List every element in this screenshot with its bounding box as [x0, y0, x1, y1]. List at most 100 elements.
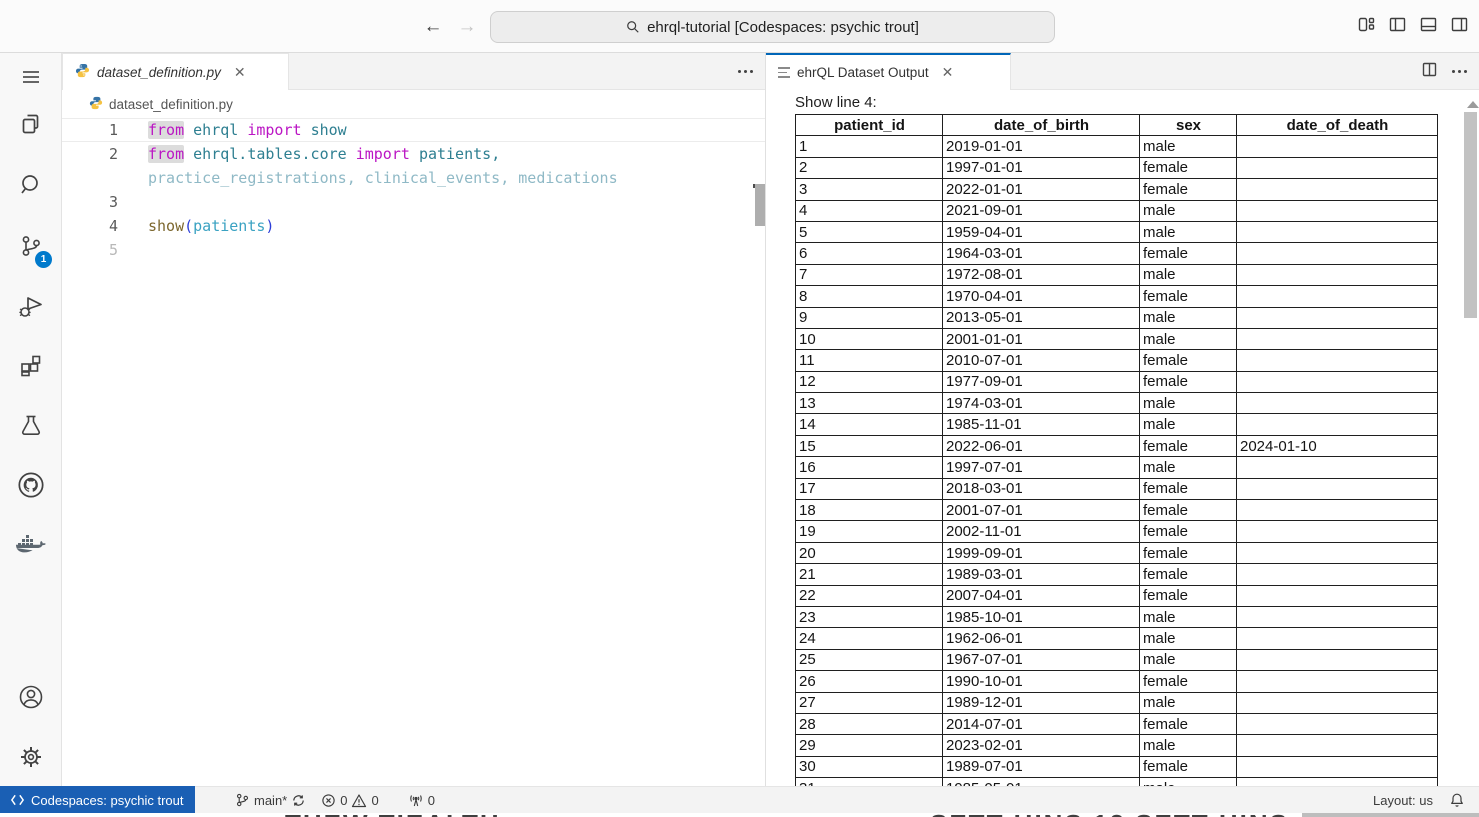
table-cell: 1990-10-01	[943, 671, 1140, 692]
table-cell: female	[1140, 243, 1237, 264]
table-cell: female	[1140, 371, 1237, 392]
table-cell: male	[1140, 200, 1237, 221]
close-tab-icon[interactable]: ✕	[942, 64, 954, 81]
activity-bar: 1	[0, 53, 62, 786]
breadcrumb[interactable]: dataset_definition.py	[62, 90, 765, 118]
table-cell	[1237, 350, 1438, 371]
command-center-search[interactable]: ehrql-tutorial [Codespaces: psychic trou…	[490, 11, 1055, 43]
testing-flask-icon[interactable]	[0, 401, 61, 449]
settings-gear-icon[interactable]	[0, 733, 61, 781]
table-cell: 1985-11-01	[943, 414, 1140, 435]
table-cell: 28	[796, 713, 943, 734]
customize-layout-icon[interactable]	[1357, 15, 1376, 34]
table-row: 261990-10-01female	[796, 671, 1438, 692]
tab-ehrql-dataset-output[interactable]: ehrQL Dataset Output ✕	[766, 53, 1011, 90]
table-cell: 2019-01-01	[943, 136, 1140, 157]
table-row: 231985-10-01male	[796, 606, 1438, 627]
table-cell: 2024-01-10	[1237, 435, 1438, 456]
menu-icon[interactable]	[0, 53, 61, 101]
remote-indicator[interactable]: Codespaces: psychic trout	[0, 786, 195, 814]
git-branch-icon	[235, 792, 250, 808]
code-editor[interactable]: 1from ehrql import show2from ehrql.table…	[62, 118, 765, 786]
table-cell: male	[1140, 457, 1237, 478]
table-row: 271989-12-01male	[796, 692, 1438, 713]
warning-icon	[351, 793, 367, 808]
table-cell: 20	[796, 542, 943, 563]
ports-status-item[interactable]: 0	[403, 787, 440, 813]
table-cell: female	[1140, 756, 1237, 777]
code-text: from ehrql import show	[118, 119, 347, 141]
toggle-primary-sidebar-icon[interactable]	[1388, 15, 1407, 34]
line-number: 3	[62, 190, 118, 214]
table-cell: male	[1140, 307, 1237, 328]
run-and-debug-icon[interactable]	[0, 282, 61, 330]
toggle-secondary-sidebar-icon[interactable]	[1450, 15, 1469, 34]
split-editor-icon[interactable]	[1421, 61, 1438, 83]
table-cell: male	[1140, 778, 1237, 786]
table-cell: 3	[796, 179, 943, 200]
github-icon[interactable]	[0, 461, 61, 509]
background-window-strip: THEW TIEALTH SETT HINS 12 SETT HINS	[0, 813, 1479, 817]
toggle-panel-icon[interactable]	[1419, 15, 1438, 34]
table-cell	[1237, 735, 1438, 756]
table-cell: 5	[796, 221, 943, 242]
code-line[interactable]: 5	[62, 238, 765, 262]
line-number: 4	[62, 214, 118, 238]
editor-more-actions-icon[interactable]	[738, 70, 753, 73]
table-row: 51959-04-01male	[796, 221, 1438, 242]
extensions-icon[interactable]	[0, 342, 61, 390]
table-cell: 1972-08-01	[943, 264, 1140, 285]
table-cell: male	[1140, 649, 1237, 670]
table-row: 21997-01-01female	[796, 157, 1438, 178]
code-line[interactable]: 2from ehrql.tables.core import patients,	[62, 142, 765, 166]
table-row: 12019-01-01male	[796, 136, 1438, 157]
table-cell: 19	[796, 521, 943, 542]
panel-scrollbar-thumb[interactable]	[1464, 112, 1477, 318]
notifications-bell-icon[interactable]	[1449, 792, 1465, 808]
table-row: 301989-07-01female	[796, 756, 1438, 777]
branch-status-item[interactable]: main*	[230, 787, 311, 813]
close-tab-icon[interactable]: ✕	[234, 64, 246, 81]
line-number	[62, 166, 118, 190]
code-line[interactable]: practice_registrations, clinical_events,…	[62, 166, 765, 190]
table-cell: 1989-03-01	[943, 564, 1140, 585]
problems-status-item[interactable]: 0 0	[316, 787, 383, 813]
code-line[interactable]: 1from ehrql import show	[62, 118, 765, 142]
table-cell: female	[1140, 542, 1237, 563]
table-cell: 1959-04-01	[943, 221, 1140, 242]
search-sidebar-icon[interactable]	[0, 161, 61, 209]
table-cell: 1967-07-01	[943, 649, 1140, 670]
code-line[interactable]: 3	[62, 190, 765, 214]
accounts-icon[interactable]	[0, 673, 61, 721]
table-cell	[1237, 500, 1438, 521]
navigate-back-icon[interactable]: ←	[420, 14, 446, 40]
editor-scrollbar-thumb[interactable]	[755, 184, 765, 226]
table-cell: 31	[796, 778, 943, 786]
explorer-icon[interactable]	[0, 100, 61, 148]
table-cell	[1237, 243, 1438, 264]
docker-icon[interactable]	[0, 521, 61, 569]
table-cell	[1237, 649, 1438, 670]
table-cell: 2002-11-01	[943, 521, 1140, 542]
table-cell	[1237, 200, 1438, 221]
table-row: 81970-04-01female	[796, 286, 1438, 307]
table-cell: male	[1140, 221, 1237, 242]
keyboard-layout-item[interactable]: Layout: us	[1373, 793, 1433, 808]
table-cell: female	[1140, 671, 1237, 692]
table-cell	[1237, 756, 1438, 777]
output-tab-bar: ehrQL Dataset Output ✕	[766, 53, 1479, 90]
table-cell	[1237, 778, 1438, 786]
source-control-icon[interactable]: 1	[0, 222, 61, 270]
table-row: 282014-07-01female	[796, 713, 1438, 734]
table-cell: 27	[796, 692, 943, 713]
panel-more-actions-icon[interactable]	[1452, 70, 1467, 73]
command-center-text: ehrql-tutorial [Codespaces: psychic trou…	[647, 19, 919, 36]
column-header: date_of_death	[1237, 115, 1438, 136]
navigate-forward-icon[interactable]: →	[454, 14, 480, 40]
tab-dataset-definition[interactable]: dataset_definition.py ✕	[62, 53, 289, 90]
code-line[interactable]: 4show(patients)	[62, 214, 765, 238]
editor-tab-bar: dataset_definition.py ✕	[62, 53, 765, 90]
table-row: 172018-03-01female	[796, 478, 1438, 499]
table-cell: female	[1140, 435, 1237, 456]
panel-scroll-up-icon[interactable]	[1467, 101, 1479, 108]
